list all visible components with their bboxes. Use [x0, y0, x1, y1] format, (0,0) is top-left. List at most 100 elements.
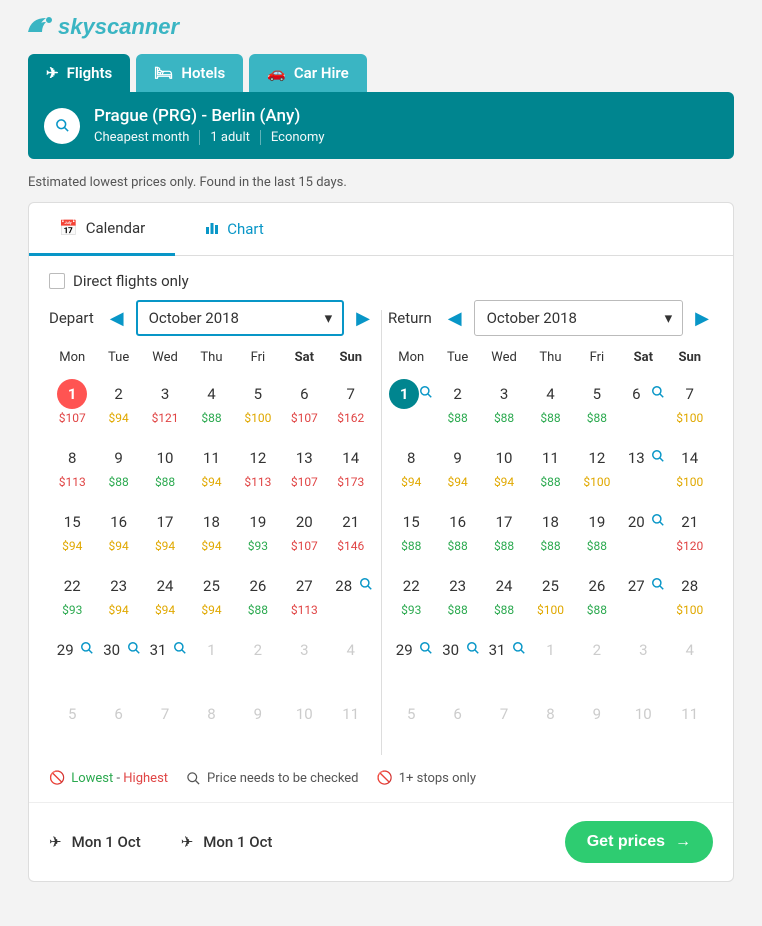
calendar-day[interactable]: 1$107: [49, 371, 95, 435]
calendar-day[interactable]: 19$93: [235, 499, 281, 563]
calendar-day[interactable]: 30: [95, 627, 141, 691]
calendar-day[interactable]: 28$100: [667, 563, 713, 627]
day-price: $173: [328, 475, 374, 489]
calendar-day[interactable]: 31: [142, 627, 188, 691]
day-price: $94: [49, 539, 95, 553]
calendar-day[interactable]: 29: [49, 627, 95, 691]
calendar-day[interactable]: 16$88: [434, 499, 480, 563]
calendar-day: 5: [49, 691, 95, 755]
calendar-day[interactable]: 31: [481, 627, 527, 691]
day-price: $88: [434, 603, 480, 617]
tab-hotels[interactable]: 🛏 Hotels: [136, 54, 243, 92]
calendar-day[interactable]: 5$88: [574, 371, 620, 435]
calendar-day[interactable]: 2$88: [434, 371, 480, 435]
calendar-day[interactable]: 4$88: [527, 371, 573, 435]
calendar-day[interactable]: 14$100: [667, 435, 713, 499]
calendar-day[interactable]: 6$107: [281, 371, 327, 435]
calendar-day[interactable]: 24$94: [142, 563, 188, 627]
depart-month-select[interactable]: October 2018▾: [136, 300, 345, 336]
return-next-month[interactable]: ▶: [691, 304, 713, 333]
depart-next-month[interactable]: ▶: [352, 304, 374, 333]
day-price: $107: [281, 475, 327, 489]
return-prev-month[interactable]: ◀: [444, 304, 466, 333]
calendar-day[interactable]: 14$173: [328, 435, 374, 499]
calendar-day[interactable]: 11$88: [527, 435, 573, 499]
calendar-day[interactable]: 23$94: [95, 563, 141, 627]
day-price: $113: [49, 475, 95, 489]
calendar-day[interactable]: 15$94: [49, 499, 95, 563]
calendar-day[interactable]: 20: [620, 499, 666, 563]
calendar-day[interactable]: 7$100: [667, 371, 713, 435]
calendar-day[interactable]: 5$100: [235, 371, 281, 435]
calendar-day[interactable]: 11$94: [188, 435, 234, 499]
calendar-day[interactable]: 17$94: [142, 499, 188, 563]
calendar-day[interactable]: 18$88: [527, 499, 573, 563]
day-price: $88: [142, 475, 188, 489]
calendar-day[interactable]: 2$94: [95, 371, 141, 435]
calendar-day[interactable]: 23$88: [434, 563, 480, 627]
calendar-day[interactable]: 16$94: [95, 499, 141, 563]
calendar-day[interactable]: 26$88: [235, 563, 281, 627]
calendar-day[interactable]: 27: [620, 563, 666, 627]
day-price: $88: [481, 411, 527, 425]
view-tab-calendar[interactable]: 📅 Calendar: [29, 203, 175, 256]
caret-down-icon: ▾: [665, 309, 673, 327]
calendar-day[interactable]: 25$100: [527, 563, 573, 627]
calendar-day[interactable]: 21$146: [328, 499, 374, 563]
calendar-day: 3: [620, 627, 666, 691]
calendar-day: 8: [188, 691, 234, 755]
calendar-day[interactable]: 4$88: [188, 371, 234, 435]
calendar-day[interactable]: 8$113: [49, 435, 95, 499]
day-price: $94: [434, 475, 480, 489]
calendar-day[interactable]: 13$107: [281, 435, 327, 499]
logo[interactable]: skyscanner: [0, 0, 762, 54]
calendar-day[interactable]: 12$100: [574, 435, 620, 499]
get-prices-button[interactable]: Get prices →: [565, 821, 713, 863]
calendar-day[interactable]: 9$88: [95, 435, 141, 499]
calendar-day[interactable]: 27$113: [281, 563, 327, 627]
search-icon-circle: [44, 108, 80, 144]
legend-range: 🚫 Lowest - Highest: [49, 771, 168, 786]
calendar-day[interactable]: 18$94: [188, 499, 234, 563]
depart-prev-month[interactable]: ◀: [106, 304, 128, 333]
calendar-day[interactable]: 17$88: [481, 499, 527, 563]
calendar-day[interactable]: 30: [434, 627, 480, 691]
calendar-day[interactable]: 3$88: [481, 371, 527, 435]
direct-label: Direct flights only: [73, 272, 189, 290]
calendar-day[interactable]: 7$162: [328, 371, 374, 435]
calendar-day[interactable]: 20$107: [281, 499, 327, 563]
calendar-day[interactable]: 21$120: [667, 499, 713, 563]
calendar-day[interactable]: 13: [620, 435, 666, 499]
calendar-day[interactable]: 9$94: [434, 435, 480, 499]
view-tab-chart[interactable]: Chart: [175, 203, 294, 255]
calendar-day[interactable]: 25$94: [188, 563, 234, 627]
calendar-day[interactable]: 12$113: [235, 435, 281, 499]
day-price: $88: [527, 411, 573, 425]
calendar-divider: [381, 310, 382, 755]
calendar-day[interactable]: 6: [620, 371, 666, 435]
day-price: $94: [188, 603, 234, 617]
tab-flights-label: Flights: [67, 64, 113, 82]
stops-icon: 🚫: [49, 771, 65, 786]
calendar-day[interactable]: 15$88: [388, 499, 434, 563]
tab-carhire[interactable]: 🚗 Car Hire: [249, 54, 367, 92]
svg-text:skyscanner: skyscanner: [58, 14, 181, 39]
calendar-day[interactable]: 28: [328, 563, 374, 627]
return-month-select[interactable]: October 2018▾: [474, 300, 684, 336]
direct-checkbox[interactable]: [49, 273, 65, 289]
calendar-day[interactable]: 10$94: [481, 435, 527, 499]
calendar-day[interactable]: 22$93: [49, 563, 95, 627]
calendar-day[interactable]: 19$88: [574, 499, 620, 563]
tab-flights[interactable]: ✈ Flights: [28, 54, 130, 92]
calendar-day[interactable]: 26$88: [574, 563, 620, 627]
calendar-day[interactable]: 10$88: [142, 435, 188, 499]
calendar-day[interactable]: 29: [388, 627, 434, 691]
calendar-day: 6: [95, 691, 141, 755]
calendar-day[interactable]: 8$94: [388, 435, 434, 499]
calendar-day[interactable]: 24$88: [481, 563, 527, 627]
calendar-day[interactable]: 3$121: [142, 371, 188, 435]
calendar-day[interactable]: 22$93: [388, 563, 434, 627]
search-summary[interactable]: Prague (PRG) - Berlin (Any) Cheapest mon…: [28, 92, 734, 159]
calendar-day[interactable]: 1: [388, 371, 434, 435]
search-icon: [651, 577, 665, 595]
